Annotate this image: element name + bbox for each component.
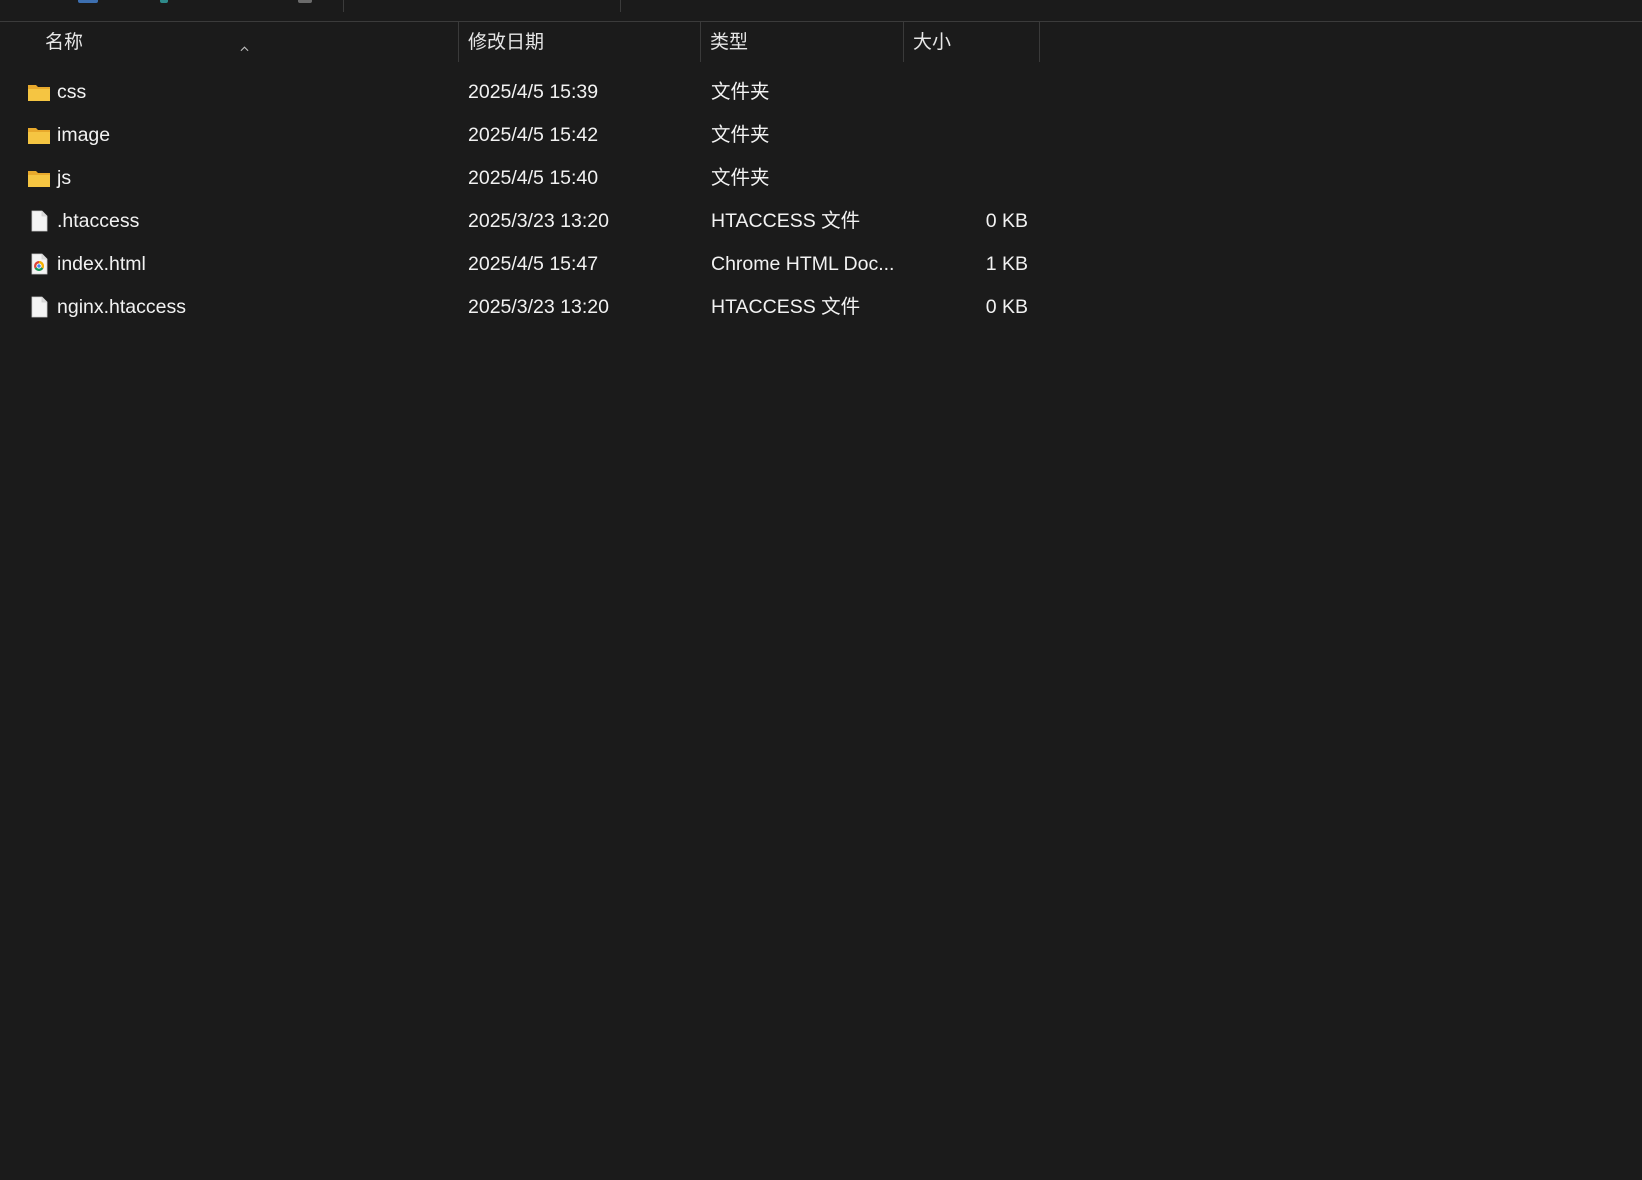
- column-header-modified[interactable]: 修改日期: [459, 22, 701, 64]
- file-row-htaccess[interactable]: .htaccess 2025/3/23 13:20 HTACCESS 文件 0 …: [0, 200, 1040, 243]
- file-list: css 2025/4/5 15:39 文件夹 image 2025/4/5 15…: [0, 71, 1642, 329]
- file-row-css[interactable]: css 2025/4/5 15:39 文件夹: [0, 71, 1040, 114]
- file-icon: [31, 210, 48, 232]
- toolbar-strip: [0, 0, 1642, 22]
- column-header-type[interactable]: 类型: [701, 22, 904, 64]
- file-modified: 2025/4/5 15:42: [468, 124, 599, 146]
- file-size: [905, 71, 1028, 114]
- folder-icon: [28, 128, 50, 144]
- toolbar-icon-fragment[interactable]: [160, 0, 168, 3]
- file-type: 文件夹: [711, 167, 770, 189]
- file-name: nginx.htaccess: [57, 296, 186, 318]
- file-row-nginx-htaccess[interactable]: nginx.htaccess 2025/3/23 13:20 HTACCESS …: [0, 286, 1040, 329]
- file-type: HTACCESS 文件: [711, 296, 861, 318]
- column-header-size-label: 大小: [913, 32, 952, 53]
- file-size: [905, 114, 1028, 157]
- folder-icon: [28, 171, 50, 187]
- file-size: [905, 157, 1028, 200]
- column-header-name[interactable]: 名称: [36, 22, 459, 64]
- file-name: image: [57, 124, 111, 146]
- toolbar-divider: [620, 0, 621, 12]
- file-type: 文件夹: [711, 124, 770, 146]
- file-row-image[interactable]: image 2025/4/5 15:42 文件夹: [0, 114, 1040, 157]
- file-size: 1 KB: [985, 253, 1028, 275]
- file-name: .htaccess: [57, 210, 140, 232]
- column-header-size[interactable]: 大小: [904, 22, 1040, 64]
- file-name: js: [57, 167, 72, 189]
- file-size: 0 KB: [985, 210, 1028, 232]
- sort-ascending-icon: [240, 46, 249, 52]
- file-modified: 2025/4/5 15:47: [468, 253, 599, 275]
- file-type: HTACCESS 文件: [711, 210, 861, 232]
- file-modified: 2025/3/23 13:20: [468, 296, 609, 318]
- file-row-js[interactable]: js 2025/4/5 15:40 文件夹: [0, 157, 1040, 200]
- toolbar-icon-fragment[interactable]: [78, 0, 98, 3]
- file-type: Chrome HTML Doc...: [711, 253, 895, 275]
- file-modified: 2025/4/5 15:40: [468, 167, 599, 189]
- toolbar-icon-fragment[interactable]: [298, 0, 312, 3]
- column-divider[interactable]: [1039, 22, 1040, 62]
- file-modified: 2025/4/5 15:39: [468, 81, 599, 103]
- toolbar-divider: [343, 0, 344, 12]
- column-header-name-label: 名称: [45, 32, 84, 53]
- file-row-index-html[interactable]: index.html 2025/4/5 15:47 Chrome HTML Do…: [0, 243, 1040, 286]
- chrome-html-file-icon: [31, 253, 48, 275]
- file-type: 文件夹: [711, 81, 770, 103]
- file-name: index.html: [57, 253, 146, 275]
- file-icon: [31, 296, 48, 318]
- column-header-type-label: 类型: [710, 32, 749, 53]
- column-header-modified-label: 修改日期: [468, 32, 545, 53]
- file-size: 0 KB: [985, 296, 1028, 318]
- column-header-row: 名称 修改日期 类型 大小: [0, 22, 1642, 64]
- file-name: css: [57, 81, 87, 103]
- folder-icon: [28, 85, 50, 101]
- file-modified: 2025/3/23 13:20: [468, 210, 609, 232]
